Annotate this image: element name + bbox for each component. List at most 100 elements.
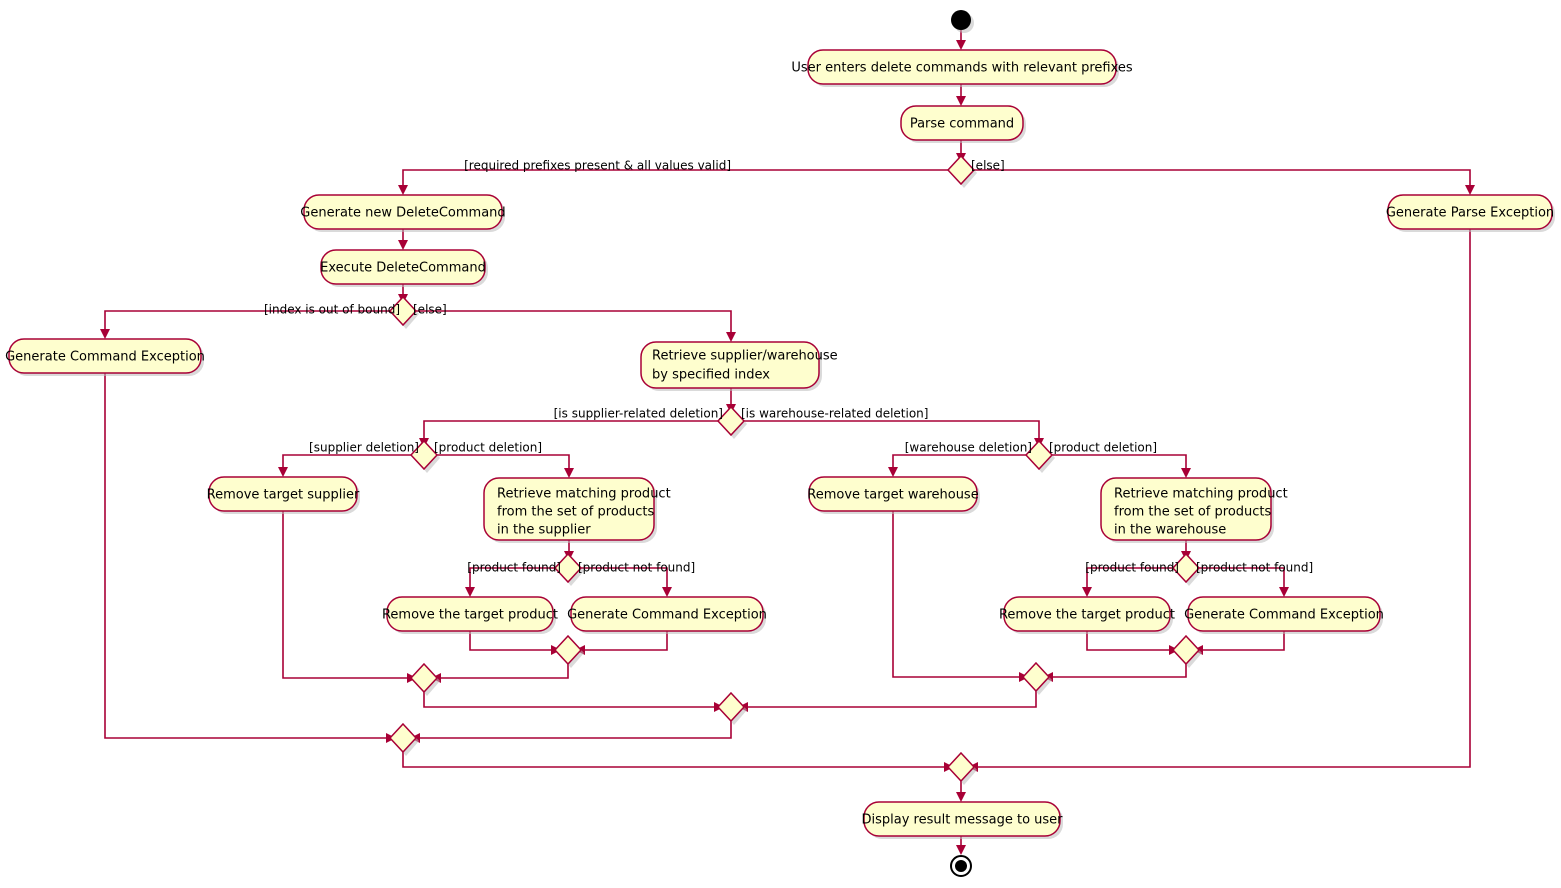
activity-diagram-canvas: User enters delete commands with relevan… [0, 0, 1561, 888]
node-label: Remove target warehouse [807, 488, 978, 503]
arrowhead [726, 332, 736, 342]
edge-supplier-product-deletion [437, 454, 570, 472]
node-retrieve-product-supplier[interactable]: Retrieve matching product from the set o… [483, 477, 671, 543]
node-label: Parse command [910, 117, 1014, 132]
node-label-line-2: from the set of products [1114, 505, 1272, 520]
edge-remove-supplier-to-merge [282, 511, 411, 679]
guard-label: [is warehouse-related deletion] [741, 407, 928, 421]
guard-label: [required prefixes present & all values … [464, 159, 731, 173]
merge-supplier-branch [409, 662, 440, 696]
guard-label: [is supplier-related deletion] [554, 407, 723, 421]
arrowhead [398, 240, 408, 250]
end-node [950, 855, 972, 877]
arrowhead [956, 845, 966, 855]
edge-merge-warehouse-to-merge-prodwh [1049, 663, 1187, 678]
edge-index-else [416, 310, 732, 336]
edge-kind-supplier [423, 420, 718, 442]
node-generate-command-exception-supplier[interactable]: Generate Command Exception [567, 596, 767, 634]
initial-node-icon [951, 10, 971, 30]
edge-merge-supplier-to-merge-kind [423, 691, 718, 708]
arrowhead [1279, 587, 1289, 597]
merge-deletion-kind [716, 691, 747, 725]
node-generate-new-deletecommand[interactable]: Generate new DeleteCommand [300, 194, 506, 232]
node-label: Display result message to user [861, 813, 1063, 828]
guard-label: [supplier deletion] [309, 441, 419, 455]
edge-command-exception-to-merge-index [104, 373, 390, 739]
arrowhead [100, 329, 110, 339]
node-generate-command-exception-warehouse[interactable]: Generate Command Exception [1184, 596, 1384, 634]
merge-product-supplier [553, 634, 584, 668]
node-label-line-1: Retrieve matching product [497, 487, 671, 502]
node-remove-target-warehouse[interactable]: Remove target warehouse [807, 476, 980, 514]
guard-label: [product found] [467, 561, 561, 575]
node-generate-command-exception-index[interactable]: Generate Command Exception [5, 338, 205, 376]
arrowhead [1465, 185, 1475, 195]
node-label: Execute DeleteCommand [320, 261, 486, 276]
node-label-line-3: in the warehouse [1114, 523, 1226, 538]
edge-merge-prodwh-to-merge-kind [744, 690, 1037, 708]
guard-label: [index is out of bound] [264, 303, 400, 317]
node-label: Remove the target product [999, 608, 1175, 623]
arrowhead [956, 40, 966, 50]
guard-label: [product deletion] [1049, 441, 1157, 455]
node-label: Generate Parse Exception [1386, 206, 1554, 221]
node-label: Generate Command Exception [567, 608, 767, 623]
node-retrieve-product-warehouse[interactable]: Retrieve matching product from the set o… [1100, 477, 1288, 543]
guard-label: [product not found] [578, 561, 695, 575]
guard-label: [product deletion] [434, 441, 542, 455]
node-label-line-2: by specified index [652, 368, 770, 383]
node-execute-deletecommand[interactable]: Execute DeleteCommand [320, 249, 488, 287]
guard-label: [warehouse deletion] [905, 441, 1032, 455]
guard-label: [else] [413, 303, 447, 317]
node-remove-target-product-warehouse[interactable]: Remove the target product [999, 596, 1175, 634]
node-retrieve-supplier-warehouse[interactable]: Retrieve supplier/warehouse by specified… [640, 341, 838, 391]
start-node [951, 10, 974, 33]
edges-layer [100, 30, 1475, 855]
node-parse-command[interactable]: Parse command [900, 105, 1026, 143]
uml-activity-diagram: User enters delete commands with relevan… [5, 10, 1555, 877]
arrowhead [278, 467, 288, 477]
edge-remove-warehouse-to-merge [892, 511, 1023, 678]
node-remove-target-supplier[interactable]: Remove target supplier [207, 476, 360, 514]
arrowhead [465, 587, 475, 597]
node-label: Remove target supplier [207, 488, 360, 503]
node-remove-target-product-supplier[interactable]: Remove the target product [382, 596, 558, 634]
node-label: Generate Command Exception [1184, 608, 1384, 623]
node-label: Remove the target product [382, 608, 558, 623]
merge-product-warehouse [1171, 634, 1202, 668]
edge-merge-prodsup-to-merge-supplier [437, 663, 569, 679]
node-label-line-1: Retrieve matching product [1114, 487, 1288, 502]
arrowhead [956, 792, 966, 802]
node-label-line-1: Retrieve supplier/warehouse [652, 349, 838, 364]
arrowhead [662, 587, 672, 597]
edge-merge-kind-to-merge-index [416, 720, 732, 739]
node-display-result[interactable]: Display result message to user [861, 801, 1063, 839]
final-node-icon [955, 860, 967, 872]
arrowhead [398, 185, 408, 195]
guard-label: [else] [971, 159, 1005, 173]
merge-final [946, 751, 977, 785]
node-label: Generate Command Exception [5, 350, 205, 365]
node-label: User enters delete commands with relevan… [791, 61, 1133, 76]
node-label-line-2: from the set of products [497, 505, 655, 520]
node-label: Generate new DeleteCommand [300, 206, 505, 221]
edge-warehouse-deletion [892, 454, 1026, 471]
guard-label: [product not found] [1196, 561, 1313, 575]
edge-warehouse-product-deletion [1052, 454, 1187, 472]
edge-kind-warehouse [744, 420, 1040, 442]
edge-valid-yes [402, 169, 948, 189]
merge-index-branch [388, 722, 419, 756]
node-user-enters[interactable]: User enters delete commands with relevan… [791, 49, 1133, 87]
edge-merge-index-to-merge-final [402, 751, 948, 768]
arrowhead [1181, 468, 1191, 478]
arrowhead [888, 467, 898, 477]
edge-valid-else [974, 169, 1471, 189]
node-label-line-3: in the supplier [497, 523, 591, 538]
guard-label: [product found] [1085, 561, 1179, 575]
edge-supplier-deletion [282, 454, 411, 471]
merge-warehouse-branch [1021, 661, 1052, 695]
arrowhead [956, 96, 966, 106]
arrowhead [1082, 587, 1092, 597]
node-generate-parse-exception[interactable]: Generate Parse Exception [1386, 194, 1555, 232]
arrowhead [564, 468, 574, 478]
